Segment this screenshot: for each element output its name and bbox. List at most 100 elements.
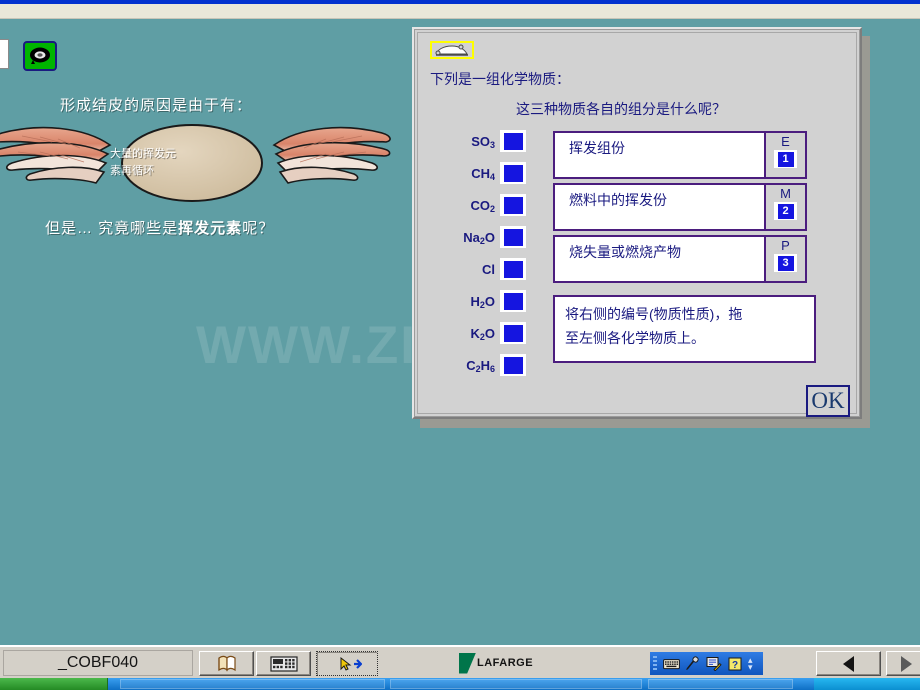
draggable-tag[interactable]: P3	[766, 235, 807, 283]
chemical-drop-slot[interactable]	[500, 194, 526, 216]
calculator-icon[interactable]	[256, 651, 311, 676]
chemical-formula-label: CO2	[470, 197, 495, 214]
chemical-list: SO3 CH4 CO2 Na2O Cl H2O K2O C2H6	[426, 125, 526, 381]
chemical-drop-slot[interactable]	[500, 322, 526, 344]
lafarge-mark-icon	[459, 652, 476, 674]
subtitle-suffix: 呢？	[242, 220, 275, 237]
cursor-exit-icon[interactable]	[316, 651, 378, 676]
description-row: 烧失量或燃烧产物 P 3	[553, 235, 848, 283]
chemical-row: SO3	[426, 125, 526, 157]
document-edge	[0, 39, 9, 69]
microphone-icon[interactable]	[682, 654, 703, 673]
cassette-eye-icon[interactable]	[23, 41, 57, 71]
description-text: 燃料中的挥发份	[553, 183, 766, 231]
pen-note-icon[interactable]	[703, 654, 724, 673]
tag-number-well: 3	[774, 254, 797, 273]
badge-text-line1: 大量的挥发元	[110, 148, 176, 160]
chemical-chip[interactable]	[503, 356, 523, 374]
chemical-chip[interactable]	[503, 164, 523, 182]
subtitle-emphasis: 挥发元素	[178, 220, 243, 237]
badge-text: 大量的挥发元 素再循环	[110, 146, 230, 180]
app-root: 形成结皮的原因是由于有： 大量的挥发元 素再循环 但是… 究竟哪些是挥发元素呢？…	[0, 0, 920, 690]
help-icon[interactable]: ?	[724, 654, 745, 673]
chemical-formula-label: Na2O	[463, 229, 495, 246]
prev-arrow-icon[interactable]	[816, 651, 881, 676]
tag-number[interactable]: 1	[777, 151, 794, 167]
chemical-formula-label: C2H6	[466, 357, 495, 374]
spinner-icon[interactable]: ▴ ▾	[748, 655, 753, 671]
taskbar-item[interactable]	[390, 679, 642, 689]
exercise-dialog: 下列是一组化学物质： 这三种物质各自的组分是什么呢？ SO3 CH4 CO2 Na2O…	[412, 27, 862, 419]
description-list: 挥发组份 E 1 燃料中的挥发份 M 2 烧失量或燃烧产物 P 3	[553, 131, 848, 287]
next-triangle	[900, 655, 912, 672]
chemical-formula-label: SO3	[471, 133, 495, 150]
draggable-tag[interactable]: M2	[766, 183, 807, 231]
chemical-chip[interactable]	[503, 196, 523, 214]
dialog-prompt-2: 这三种物质各自的组分是什么呢？	[516, 101, 726, 117]
draggable-tag[interactable]: E1	[766, 131, 807, 179]
system-tray[interactable]	[814, 678, 920, 690]
instruction-box: 将右侧的编号(物质性质)，拖 至左侧各化学物质上。	[553, 295, 816, 363]
car-glyph-icon	[430, 41, 474, 59]
svg-text:?: ?	[731, 660, 737, 671]
taskbar-item[interactable]	[648, 679, 793, 689]
winged-badge-graphic: 大量的挥发元 素再循环	[0, 119, 392, 209]
chemical-chip[interactable]	[503, 228, 523, 246]
chemical-row: CO2	[426, 189, 526, 221]
chemical-formula-label: CH4	[471, 165, 495, 182]
os-taskbar	[0, 678, 920, 690]
chemical-drop-slot[interactable]	[500, 130, 526, 152]
start-button[interactable]	[0, 678, 108, 690]
chemical-row: Cl	[426, 253, 526, 285]
screen-id-field[interactable]: _COBF040	[3, 650, 193, 676]
chemical-chip[interactable]	[503, 292, 523, 310]
chemical-row: K2O	[426, 317, 526, 349]
chemical-formula-label: H2O	[470, 293, 495, 310]
chemical-formula-label: Cl	[482, 261, 495, 277]
description-row: 燃料中的挥发份 M 2	[553, 183, 848, 231]
subtitle-prefix: 但是… 究竟哪些是	[45, 220, 179, 237]
tag-number[interactable]: 3	[777, 255, 794, 271]
chemical-drop-slot[interactable]	[500, 258, 526, 280]
chemical-chip[interactable]	[503, 132, 523, 150]
drag-grip-icon[interactable]	[653, 656, 657, 671]
tag-number[interactable]: 2	[777, 203, 794, 219]
taskbar-item[interactable]	[120, 679, 385, 689]
description-row: 挥发组份 E 1	[553, 131, 848, 179]
lafarge-logo: LAFARGE	[459, 652, 533, 674]
ok-button[interactable]: OK	[806, 385, 850, 417]
chemical-formula-label: K2O	[470, 325, 495, 342]
tag-letter: M	[780, 186, 791, 201]
dialog-prompt-1: 下列是一组化学物质：	[430, 71, 570, 87]
prev-triangle	[843, 655, 854, 672]
media-toolbar[interactable]: ? ▴ ▾	[650, 652, 763, 675]
tag-number-well: 2	[774, 202, 797, 221]
page-title: 形成结皮的原因是由于有：	[60, 97, 253, 114]
tag-letter: P	[781, 238, 790, 253]
instruction-line-2: 至左侧各化学物质上。	[565, 329, 705, 346]
next-arrow-icon[interactable]	[886, 651, 920, 676]
chemical-drop-slot[interactable]	[500, 290, 526, 312]
chemical-drop-slot[interactable]	[500, 354, 526, 376]
bottom-toolbar: _COBF040 LAFARGE ? ▴ ▾	[0, 645, 920, 678]
chemical-row: CH4	[426, 157, 526, 189]
chemical-drop-slot[interactable]	[500, 162, 526, 184]
description-text: 挥发组份	[553, 131, 766, 179]
page-subtitle: 但是… 究竟哪些是挥发元素呢？	[45, 217, 274, 238]
dialog-body: 下列是一组化学物质： 这三种物质各自的组分是什么呢？ SO3 CH4 CO2 Na2O…	[417, 32, 857, 417]
book-icon[interactable]	[199, 651, 254, 676]
keyboard-icon[interactable]	[661, 654, 682, 673]
chemical-row: C2H6	[426, 349, 526, 381]
badge-text-line2: 素再循环	[110, 165, 154, 178]
instruction-line-1: 将右侧的编号(物质性质)，拖	[565, 306, 743, 322]
chemical-row: Na2O	[426, 221, 526, 253]
chemical-chip[interactable]	[503, 260, 523, 278]
top-toolbar-band	[0, 4, 920, 19]
lafarge-wordmark: LAFARGE	[477, 657, 534, 669]
tag-number-well: 1	[774, 150, 797, 169]
description-text: 烧失量或燃烧产物	[553, 235, 766, 283]
chemical-chip[interactable]	[503, 324, 523, 342]
chemical-row: H2O	[426, 285, 526, 317]
tag-letter: E	[781, 134, 790, 149]
chemical-drop-slot[interactable]	[500, 226, 526, 248]
